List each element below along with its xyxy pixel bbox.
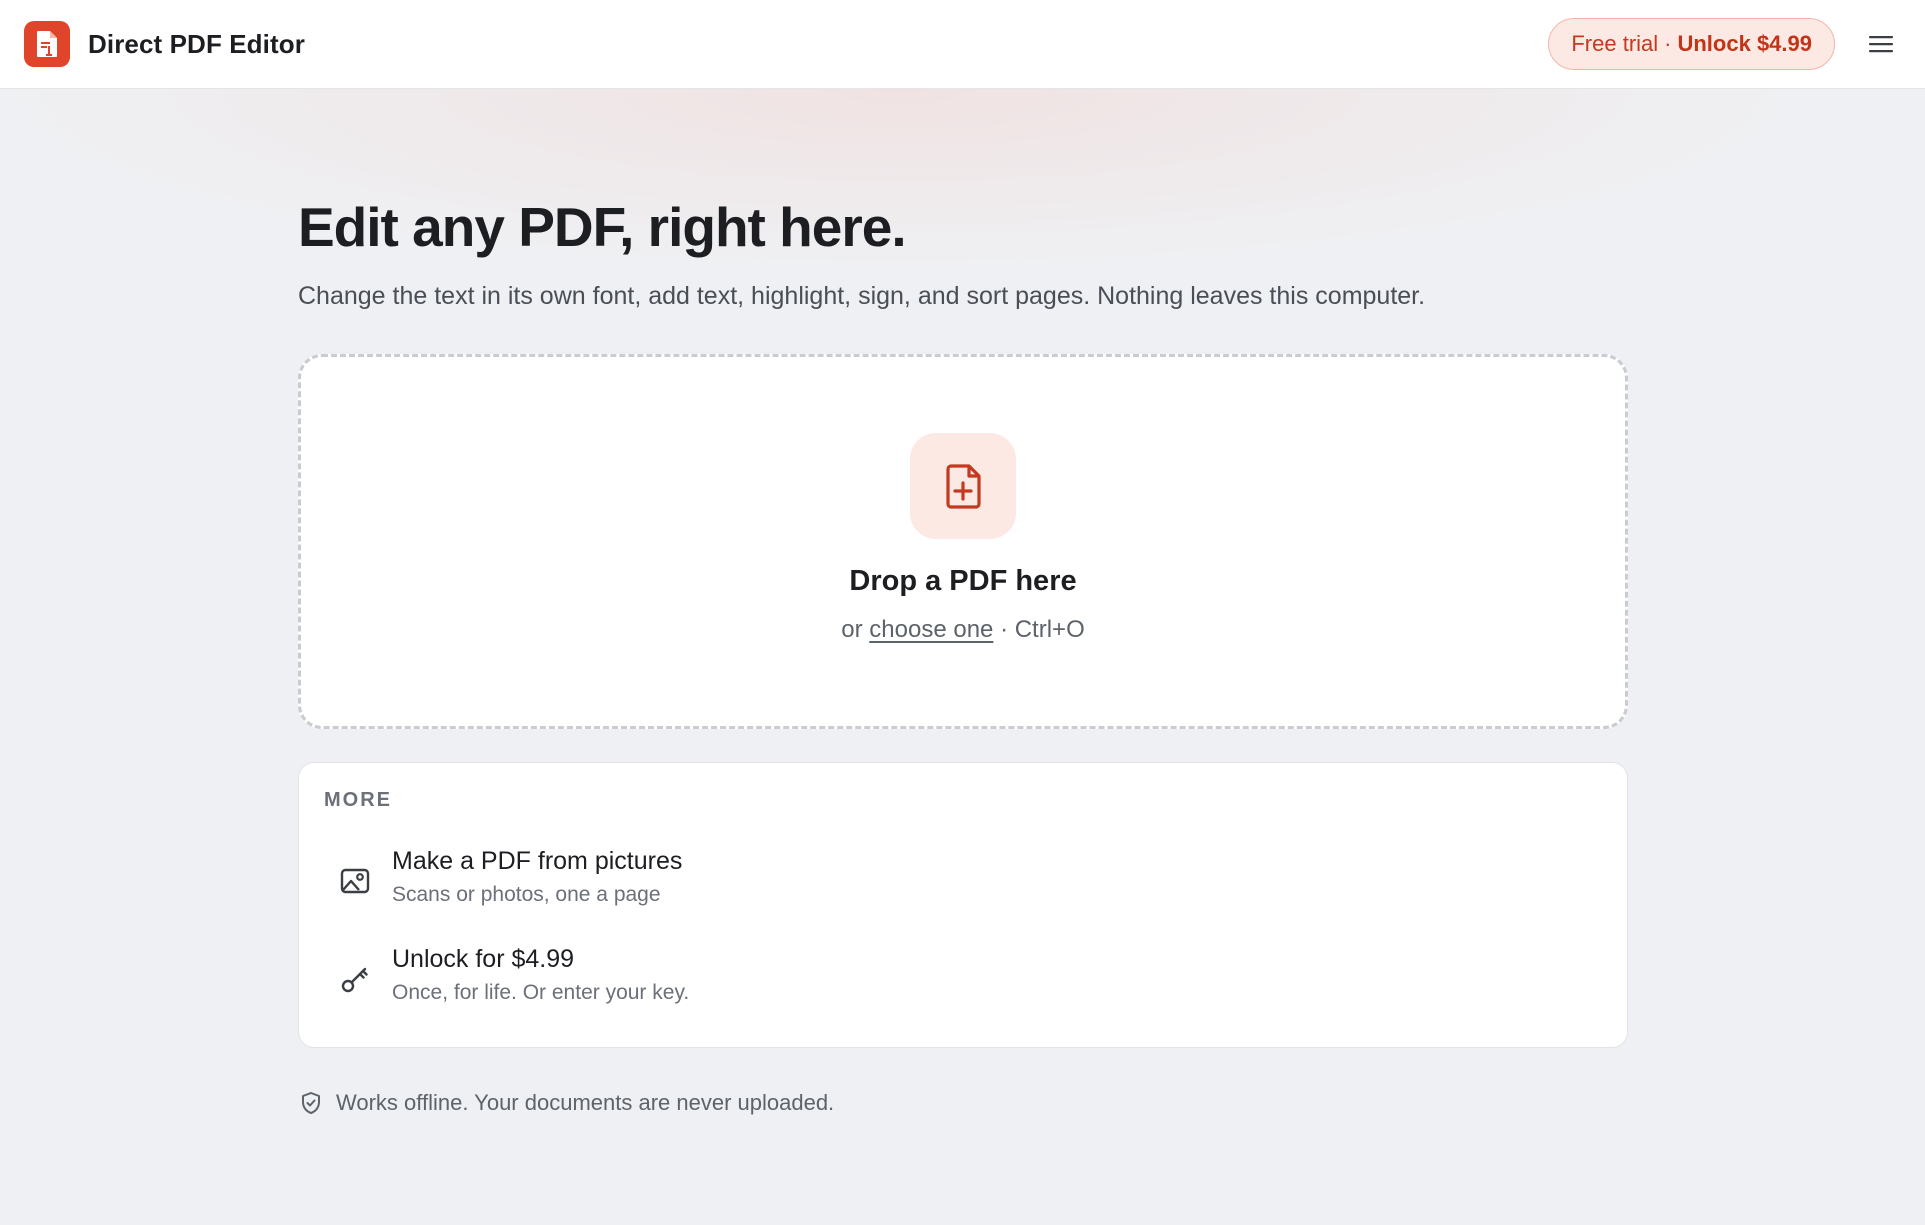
unlock-price-label: Unlock $4.99 [1677,31,1812,56]
dropzone-hint-prefix: or [841,616,863,643]
file-plus-icon [910,433,1016,539]
item-title: Unlock for $4.99 [392,945,575,974]
page-subtitle: Change the text in its own font, add tex… [298,281,1426,310]
top-bar: Direct PDF Editor Free trial · Unlock $4… [0,0,1925,89]
page-title: Edit any PDF, right here. [298,196,907,258]
offline-note-text: Works offline. Your documents are never … [336,1090,835,1115]
make-pdf-from-pictures-item[interactable]: Make a PDF from pictures Scans or photos… [324,846,1602,908]
item-title: Make a PDF from pictures [392,847,683,875]
menu-button[interactable] [1861,24,1901,64]
item-description: Once, for life. Or enter your key. [392,981,690,1005]
offline-note: Works offline. Your documents are never … [298,1090,1628,1116]
shield-check-icon [302,1092,320,1114]
more-card: MORE Make a PDF from pictures Scans or p… [298,762,1628,1048]
unlock-trial-button[interactable]: Free trial · Unlock $4.99 [1548,18,1835,70]
dropzone-hint: or choose one · Ctrl+O [841,616,1084,644]
pdf-dropzone[interactable]: Drop a PDF here or choose one · Ctrl+O [298,354,1628,729]
main-content: Edit any PDF, right here. Change the tex… [298,89,1628,1116]
pdf-document-logo-icon [24,21,70,67]
top-actions: Free trial · Unlock $4.99 [1548,18,1901,70]
unlock-purchase-item[interactable]: Unlock for $4.99 Once, for life. Or ente… [324,944,1602,1006]
image-icon [340,866,370,896]
open-shortcut-hint: · Ctrl+O [1000,616,1085,643]
key-icon [340,964,370,994]
more-heading: MORE [324,789,392,811]
dropzone-title: Drop a PDF here [849,565,1077,597]
item-description: Scans or photos, one a page [392,883,661,906]
hamburger-menu-icon [1869,36,1893,53]
trial-label: Free trial [1571,31,1659,56]
trial-separator: · [1664,31,1672,56]
brand[interactable]: Direct PDF Editor [24,21,305,67]
app-name: Direct PDF Editor [88,28,305,59]
choose-file-link[interactable]: choose one [869,616,993,643]
